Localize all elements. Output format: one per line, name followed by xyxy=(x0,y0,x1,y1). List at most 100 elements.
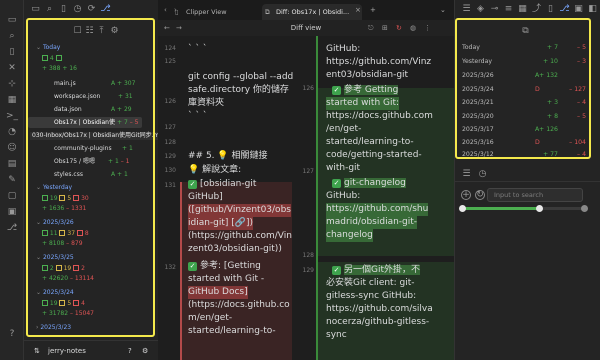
code-line: 庫資料夾 xyxy=(188,98,225,108)
search-input[interactable]: Input to search xyxy=(487,188,583,202)
add-circle-icon[interactable]: + xyxy=(461,190,471,200)
yesterday-header[interactable]: ⌄ Yesterday xyxy=(36,184,72,192)
nav-back-icon[interactable]: ‹ xyxy=(164,6,167,14)
date-header[interactable]: ⌄ 2025/3/26 xyxy=(36,219,74,227)
terminal-icon[interactable]: ▣ xyxy=(573,4,584,15)
history-row[interactable]: Yesterday + 10– 3 xyxy=(462,57,586,66)
file-row[interactable]: workspace.json xyxy=(54,93,100,101)
date-counts: + 8108 – 879 xyxy=(42,240,83,247)
publish-icon[interactable]: ▤ xyxy=(6,158,18,170)
removed-text: ([github/Vinzent03/obs xyxy=(188,204,291,217)
folder-icon[interactable]: ▭ xyxy=(30,4,41,15)
files-icon[interactable]: ▭ xyxy=(6,14,18,26)
stage-icon[interactable]: ⊞ xyxy=(382,20,388,36)
slider-end-handle[interactable] xyxy=(581,205,588,212)
code-line: ` ` ` xyxy=(188,111,208,121)
history-row[interactable]: 2025/3/17 A + 126 xyxy=(462,125,586,134)
calendar-icon[interactable]: ▦ xyxy=(517,4,528,15)
vault-switcher-icon[interactable]: ⇅ xyxy=(34,347,40,355)
open-file-icon[interactable]: ⎋ xyxy=(368,20,374,36)
history-row[interactable]: 2025/3/16 D – 104 xyxy=(462,138,586,147)
heading-line: ## 5. 💡 相關鏈接 xyxy=(188,151,268,161)
history-view-icon[interactable]: ⎇ xyxy=(559,4,570,15)
stage-all-icon[interactable]: ☷ xyxy=(84,26,95,37)
history-row[interactable]: Today + 7– 5 xyxy=(462,43,586,52)
history-row[interactable]: 2025/3/26 A + 132 xyxy=(462,71,586,80)
link-icon[interactable]: ⊸ xyxy=(489,4,500,15)
search-icon[interactable]: ⌕ xyxy=(44,4,55,15)
settings-icon[interactable]: ⚙ xyxy=(109,26,120,37)
git-icon[interactable]: ⎇ xyxy=(6,222,18,234)
text-line: started/learning-to- xyxy=(188,326,276,336)
file-stat: A + 1 xyxy=(111,171,128,178)
line-number: 126 xyxy=(164,98,176,105)
diff-view: 124 125 126 127 128 129 130 131 132 ` ` … xyxy=(158,36,454,360)
slider-handle[interactable] xyxy=(535,205,543,212)
help-icon[interactable]: ? xyxy=(6,328,18,340)
graph-icon[interactable]: ⊹ xyxy=(6,78,18,90)
pen-icon[interactable]: ✎ xyxy=(6,174,18,186)
git-toolbar: ☐ ☷ ⤒ ⚙ xyxy=(26,21,155,37)
calendar-icon[interactable]: ▦ xyxy=(6,94,18,106)
new-tab-icon[interactable]: + xyxy=(370,6,376,14)
refresh-icon[interactable]: ↻ xyxy=(475,190,485,200)
help-icon[interactable]: ? xyxy=(128,347,132,355)
date-header[interactable]: ⌄ 2025/3/25 xyxy=(36,254,74,262)
history-icon[interactable]: ⟳ xyxy=(86,4,97,15)
diff-icon: ⧉ xyxy=(265,8,270,16)
vault-name[interactable]: jerry-notes xyxy=(48,347,86,355)
date-stats: 2 19 2 xyxy=(42,265,85,273)
text-line: (https://docs.github.co xyxy=(188,300,290,310)
line-number: 127 xyxy=(302,168,314,175)
forward-icon[interactable]: → xyxy=(176,20,182,36)
file-row[interactable]: community-plugins xyxy=(54,145,112,153)
date-header[interactable]: ⌄ 2025/3/24 xyxy=(36,289,74,297)
tab-clipper-view[interactable]: ▯ Clipper View xyxy=(172,4,262,20)
bookmark-icon[interactable]: ▯ xyxy=(6,46,18,58)
history-row[interactable]: 2025/3/20 + 8– 5 xyxy=(462,112,586,121)
template-icon[interactable]: ▢ xyxy=(6,190,18,202)
search-icon[interactable]: ⌕ xyxy=(6,30,18,42)
sync-icon[interactable]: ◷ xyxy=(72,4,83,15)
file-row[interactable]: Obs175 / 嗯嗯 xyxy=(54,158,95,166)
timeline-slider[interactable] xyxy=(459,205,588,212)
clock-icon[interactable]: ◷ xyxy=(477,169,488,180)
smiley-icon[interactable]: ☺ xyxy=(6,142,18,154)
sync-icon[interactable]: ◔ xyxy=(6,126,18,138)
tab-list-icon[interactable]: ⌄ xyxy=(440,6,446,14)
back-icon[interactable]: ← xyxy=(164,20,170,36)
commit-icon[interactable]: ☐ xyxy=(72,26,83,37)
history-row[interactable]: 2025/3/24 D – 127 xyxy=(462,85,586,94)
collapse-icon[interactable]: ⤒ xyxy=(96,26,107,37)
list-view-icon[interactable]: ☰ xyxy=(461,169,472,180)
view-title: Diff view xyxy=(290,24,322,32)
close-tab-icon[interactable]: × xyxy=(355,6,361,14)
terminal-icon[interactable]: ▣ xyxy=(6,206,18,218)
bookmark-icon[interactable]: ▯ xyxy=(545,4,556,15)
tag-icon[interactable]: ◈ xyxy=(475,4,486,15)
file-row[interactable]: styles.css xyxy=(54,171,83,179)
more-options-icon[interactable]: ⋮ xyxy=(424,20,431,36)
file-row-selected[interactable]: Obs17x | Obsidian使 xyxy=(54,119,115,127)
backlink-icon[interactable]: ⤴ xyxy=(531,4,542,15)
globe-icon[interactable]: ◍ xyxy=(410,20,416,36)
text-line: code/getting-started- xyxy=(326,150,422,160)
shuffle-icon[interactable]: ✕ xyxy=(6,62,18,74)
file-row[interactable]: data.json xyxy=(54,106,82,114)
git-view-icon[interactable]: ⎇ xyxy=(100,4,111,15)
date-header[interactable]: › 2025/3/23 xyxy=(36,324,71,332)
slider-start-handle[interactable] xyxy=(459,205,466,212)
command-icon[interactable]: >_ xyxy=(6,110,18,122)
file-row[interactable]: main.js xyxy=(54,80,76,88)
outline-icon[interactable]: ≡ xyxy=(503,4,514,15)
discard-icon[interactable]: ↻ xyxy=(396,20,402,36)
settings-icon[interactable]: ⚙ xyxy=(142,347,148,355)
line-number: 129 xyxy=(302,267,314,274)
history-row[interactable]: 2025/3/21 + 3– 4 xyxy=(462,98,586,107)
tab-diff[interactable]: ⧉ Diff: Obs17x | Obsidi... xyxy=(262,4,362,20)
history-row[interactable]: 2025/3/12 + 77– 4 xyxy=(462,150,586,159)
today-header[interactable]: ⌄ Today xyxy=(36,44,60,52)
bookmark-icon[interactable]: ▯ xyxy=(58,4,69,15)
collapse-sidebar-icon[interactable]: ◧ xyxy=(587,4,598,15)
list-icon[interactable]: ☰ xyxy=(461,4,472,15)
